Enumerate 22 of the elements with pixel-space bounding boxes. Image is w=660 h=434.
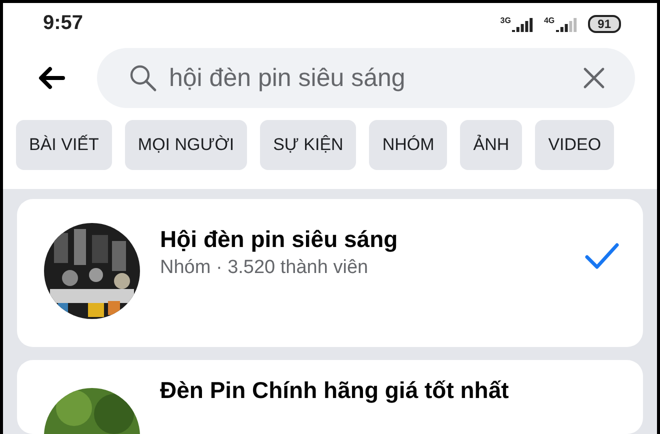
battery-level: 91 bbox=[588, 14, 621, 32]
close-icon[interactable] bbox=[583, 67, 605, 89]
filter-chip[interactable]: MỌI NGƯỜI bbox=[124, 120, 248, 170]
network-label: 3G bbox=[500, 16, 511, 24]
result-card[interactable]: Đèn Pin Chính hãng giá tốt nhất bbox=[17, 360, 643, 434]
result-subtitle: Nhóm · 3.520 thành viên bbox=[160, 257, 370, 279]
result-title: Đèn Pin Chính hãng giá tốt nhất bbox=[160, 377, 510, 404]
search-query: hội đèn pin siêu sáng bbox=[169, 64, 406, 92]
signal-icon bbox=[512, 16, 534, 32]
search-field[interactable]: hội đèn pin siêu sáng bbox=[97, 48, 635, 108]
filter-chip[interactable]: BÀI VIẾT bbox=[16, 120, 112, 170]
filter-chip[interactable]: ẢNH bbox=[460, 120, 522, 170]
result-card[interactable]: Hội đèn pin siêu sáng Nhóm · 3.520 thành viên bbox=[17, 199, 643, 347]
search-icon bbox=[129, 64, 157, 92]
network-label: 4G bbox=[544, 16, 555, 24]
filter-chip[interactable]: SỰ KIỆN bbox=[260, 120, 356, 170]
filter-chip[interactable]: VIDEO bbox=[535, 120, 614, 170]
signal-icon bbox=[556, 16, 578, 32]
status-time: 9:57 bbox=[43, 12, 84, 35]
filter-chip[interactable]: NHÓM bbox=[369, 120, 448, 170]
back-arrow-icon[interactable] bbox=[37, 66, 65, 90]
result-title: Hội đèn pin siêu sáng bbox=[160, 226, 399, 253]
